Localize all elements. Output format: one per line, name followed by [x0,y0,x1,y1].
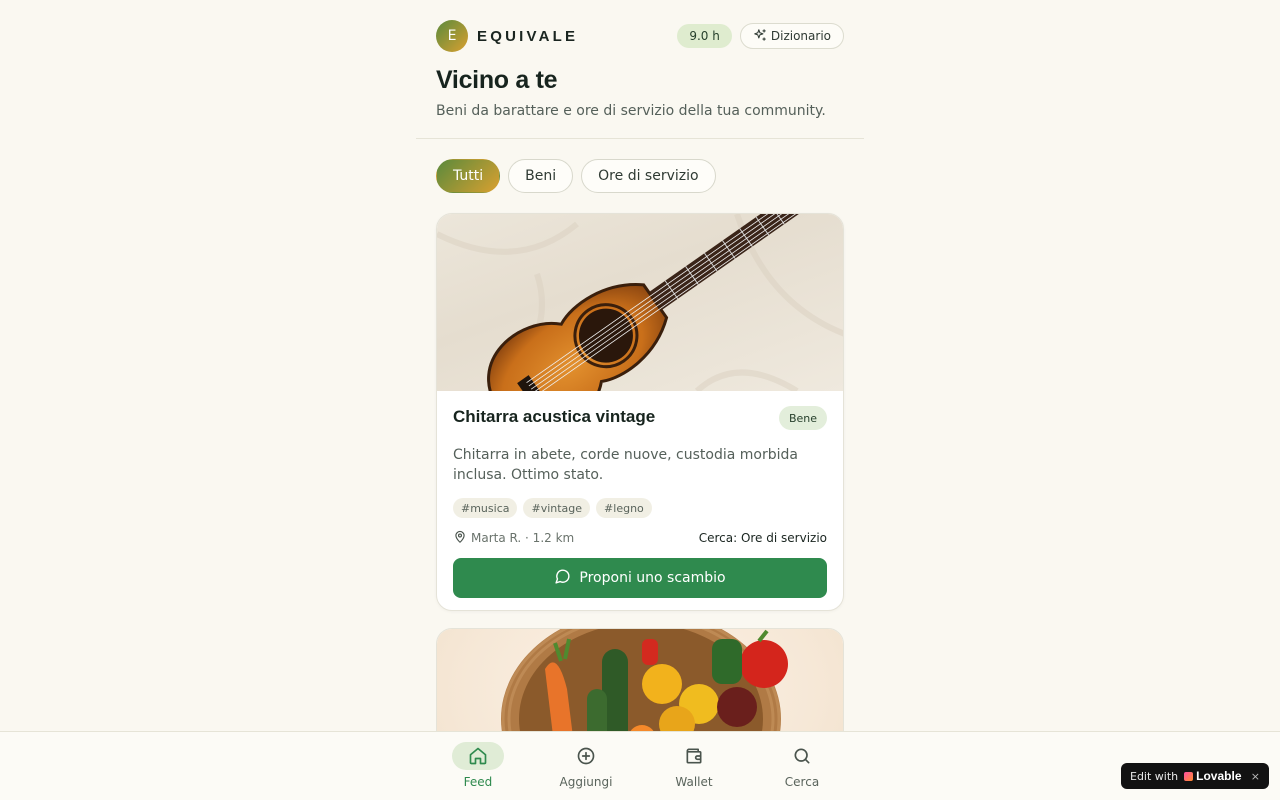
wallet-icon [668,742,720,770]
nav-item-wallet[interactable]: Wallet [640,732,748,800]
dictionary-button[interactable]: Dizionario [739,23,844,49]
listing-title-row: Chitarra acustica vintage Bene [453,404,827,430]
lovable-logo-icon [1184,771,1194,781]
listing-body: Chitarra acustica vintage Bene Chitarra … [453,404,827,598]
acoustic-guitar-illustration [437,214,843,391]
app-container: E EQUIVALE 9.0 h Dizionario Vicino a te … [416,0,864,800]
home-icon [452,742,504,770]
map-pin-icon [453,530,467,547]
edit-with-label: Edit with [1130,769,1179,783]
listing-meta: Marta R. · 1.2 km Cerca: Ore di servizio [453,528,827,548]
listing-type-badge: Bene [778,406,827,430]
listing-location: Marta R. · 1.2 km [453,530,574,547]
filter-chip-service-hours[interactable]: Ore di servizio [581,159,716,193]
page-subtitle: Beni da barattare e ore di servizio dell… [436,103,826,119]
nav-label-search: Cerca [784,775,820,789]
nav-item-search[interactable]: Cerca [748,732,856,800]
listing-seeking: Cerca: Ore di servizio [698,531,827,545]
lovable-brand: Lovable [1196,769,1242,783]
filter-chip-all[interactable]: Tutti [436,159,501,193]
header-divider [416,138,864,139]
filter-chip-goods[interactable]: Beni [508,159,574,193]
logo-mark[interactable]: E [436,20,468,52]
listing-title: Chitarra acustica vintage [453,407,656,426]
listing-tags: #musica #vintage #legno [453,498,827,518]
bottom-navigation: Feed Aggiungi Wallet Cerca [0,731,1280,800]
nav-item-feed[interactable]: Feed [424,732,532,800]
tag-wood[interactable]: #legno [596,498,652,518]
filter-chips: Tutti Beni Ore di servizio [436,159,716,193]
page-title: Vicino a te [436,66,558,94]
close-icon[interactable]: × [1251,770,1260,783]
owner-distance: Marta R. · 1.2 km [471,531,575,545]
brand-name[interactable]: EQUIVALE [477,28,578,45]
message-circle-icon [554,568,571,589]
search-icon [776,742,828,770]
listing-description: Chitarra in abete, corde nuove, custodia… [453,447,798,483]
header-actions: 9.0 h Dizionario [677,23,844,49]
sparkles-icon [753,28,767,45]
propose-trade-label: Proponi uno scambio [579,570,726,586]
listing-image-guitar[interactable] [437,214,843,391]
listing-card[interactable]: Chitarra acustica vintage Bene Chitarra … [436,213,844,611]
hours-balance-badge[interactable]: 9.0 h [677,24,732,48]
nav-label-add: Aggiungi [559,775,613,789]
tag-vintage[interactable]: #vintage [523,498,591,518]
plus-circle-icon [560,742,612,770]
nav-label-wallet: Wallet [675,775,713,789]
edit-with-lovable-badge[interactable]: Edit with Lovable × [1121,763,1269,789]
propose-trade-button[interactable]: Proponi uno scambio [453,558,827,598]
nav-item-add[interactable]: Aggiungi [532,732,640,800]
tag-music[interactable]: #musica [453,498,518,518]
bottom-nav-items: Feed Aggiungi Wallet Cerca [424,732,856,800]
dictionary-label: Dizionario [770,29,831,43]
nav-label-feed: Feed [463,775,493,789]
top-header: E EQUIVALE 9.0 h Dizionario [436,20,844,52]
